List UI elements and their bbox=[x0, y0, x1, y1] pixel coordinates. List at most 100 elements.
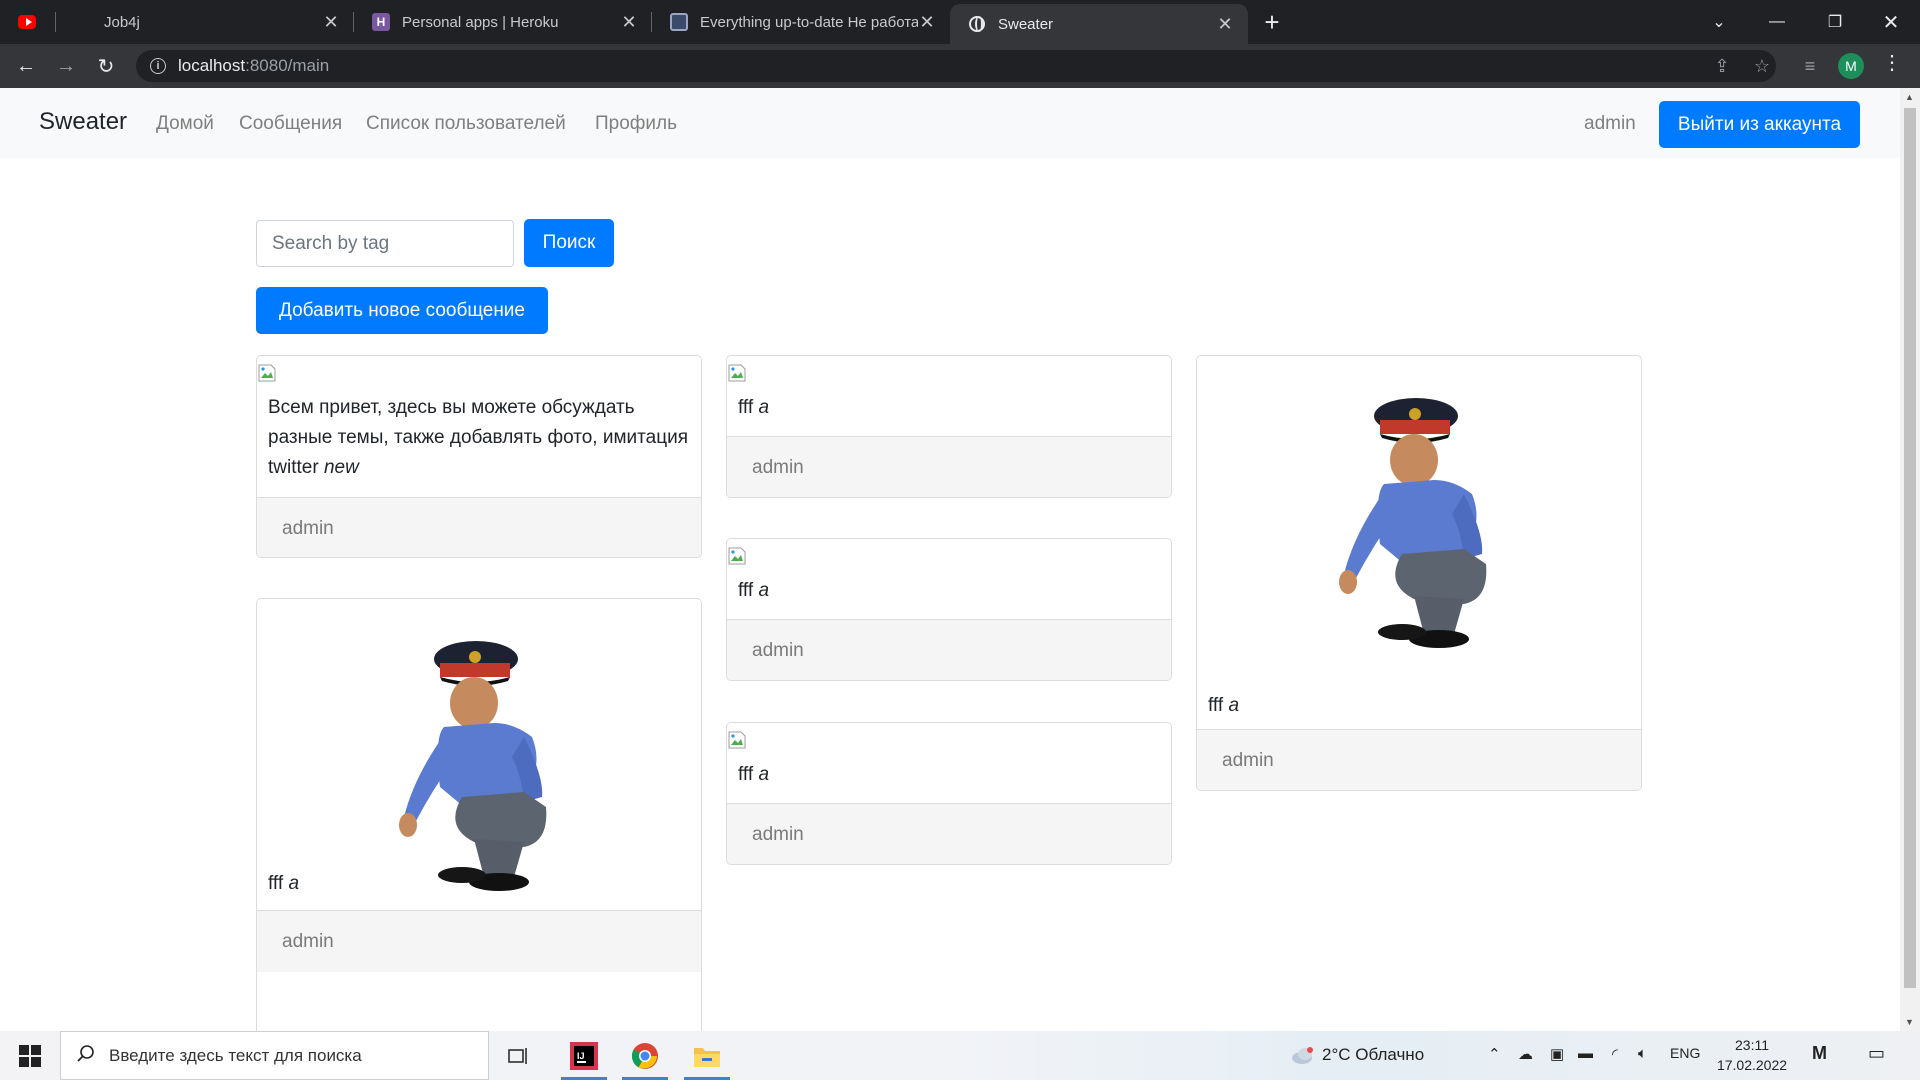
logout-button[interactable]: Выйти из аккаунта bbox=[1659, 101, 1860, 148]
wifi-icon[interactable]: ◜ bbox=[1612, 1045, 1618, 1063]
new-tab-button[interactable]: + bbox=[1248, 0, 1296, 44]
tab-youtube[interactable] bbox=[0, 0, 56, 44]
task-view-icon[interactable] bbox=[492, 1031, 546, 1080]
browser-tab-bar: Job4j ✕ H Personal apps | Heroku ✕ Every… bbox=[0, 0, 1920, 44]
weather-text: 2°C Облачно bbox=[1322, 1045, 1425, 1064]
scroll-up-icon[interactable]: ▲ bbox=[1905, 92, 1914, 102]
message-tag: a bbox=[1228, 695, 1240, 716]
chrome-icon[interactable] bbox=[618, 1031, 672, 1080]
url-path: :8080/main bbox=[245, 56, 330, 75]
broken-image-icon bbox=[258, 364, 276, 382]
system-clock[interactable]: 23:11 17.02.2022 bbox=[1707, 1035, 1797, 1075]
message-card: fff a admin bbox=[726, 355, 1172, 498]
tab-heroku[interactable]: H Personal apps | Heroku ✕ bbox=[354, 0, 652, 44]
message-tag: a bbox=[758, 397, 770, 418]
page-favicon-icon bbox=[670, 13, 688, 31]
message-card: fff a admin bbox=[256, 598, 702, 1031]
device-icon[interactable]: ▣ bbox=[1550, 1045, 1564, 1063]
heroku-icon: H bbox=[372, 13, 390, 31]
message-author: admin bbox=[727, 436, 1171, 497]
windows-start-icon[interactable] bbox=[0, 1031, 60, 1080]
chevron-up-icon[interactable]: ⌃ bbox=[1488, 1045, 1501, 1063]
menu-kebab-icon[interactable]: ⋮ bbox=[1882, 50, 1902, 75]
message-text: fff a bbox=[738, 397, 770, 418]
notifications-icon[interactable]: ▭ bbox=[1868, 1043, 1885, 1064]
search-button[interactable]: Поиск bbox=[524, 219, 614, 267]
message-author: admin bbox=[257, 910, 701, 972]
back-arrow-icon[interactable]: ← bbox=[6, 44, 46, 88]
broken-image-icon bbox=[728, 547, 746, 565]
weather-widget[interactable]: 2°C Облачно bbox=[1290, 1044, 1424, 1066]
svg-text:IJ: IJ bbox=[577, 1051, 585, 1061]
tab-search-chevron-icon[interactable]: ⌄ bbox=[1690, 0, 1748, 44]
profile-avatar[interactable]: M bbox=[1838, 53, 1864, 79]
policeman-photo bbox=[399, 641, 547, 891]
battery-icon[interactable]: ▬ bbox=[1578, 1045, 1593, 1062]
nav-link-user-list[interactable]: Список пользователей bbox=[366, 113, 566, 135]
message-card: fff a admin bbox=[1196, 355, 1642, 791]
navbar-username: admin bbox=[1584, 113, 1636, 134]
windows-taskbar: Введите здесь текст для поиска IJ 2°C Об… bbox=[0, 1031, 1920, 1080]
volume-icon[interactable]: 🔈︎ bbox=[1638, 1045, 1647, 1062]
info-icon[interactable]: i bbox=[150, 58, 166, 74]
close-icon[interactable]: ✕ bbox=[322, 12, 340, 33]
message-text: Всем привет, здесь вы можете обсуждать р… bbox=[268, 397, 688, 478]
site-navbar: Sweater Домой Сообщения Список пользоват… bbox=[0, 88, 1900, 158]
url-field[interactable]: i localhost:8080/main bbox=[136, 50, 1776, 82]
tab-everything-up-to-date[interactable]: Everything up-to-date Не работает ✕ bbox=[652, 0, 950, 44]
globe-icon bbox=[968, 15, 986, 33]
message-author: admin bbox=[727, 619, 1171, 680]
page-viewport: Sweater Домой Сообщения Список пользоват… bbox=[0, 88, 1900, 1031]
reload-icon[interactable]: ↻ bbox=[86, 44, 126, 88]
close-icon[interactable]: ✕ bbox=[620, 12, 638, 33]
onedrive-cloud-icon[interactable]: ☁ bbox=[1518, 1045, 1533, 1063]
file-explorer-icon[interactable] bbox=[680, 1031, 734, 1080]
tab-sweater[interactable]: Sweater ✕ bbox=[950, 4, 1248, 44]
message-author: admin bbox=[727, 803, 1171, 864]
tab-job4j[interactable]: Job4j ✕ bbox=[56, 0, 354, 44]
share-icon[interactable]: ⇪ bbox=[1706, 50, 1738, 82]
add-new-message-button[interactable]: Добавить новое сообщение bbox=[256, 287, 548, 334]
search-by-tag-input[interactable]: Search by tag bbox=[256, 220, 514, 267]
clock-date: 17.02.2022 bbox=[1716, 1057, 1788, 1073]
restore-button[interactable]: ❐ bbox=[1806, 0, 1864, 44]
url-host: localhost bbox=[178, 56, 246, 75]
message-card: fff a admin bbox=[726, 722, 1172, 865]
nav-link-home[interactable]: Домой bbox=[156, 113, 214, 135]
search-icon bbox=[77, 1045, 94, 1062]
message-tag: a bbox=[758, 764, 770, 785]
navbar-brand[interactable]: Sweater bbox=[39, 108, 127, 136]
message-text: fff a bbox=[268, 873, 300, 894]
policeman-photo bbox=[1339, 398, 1487, 648]
page-scrollbar[interactable]: ▲ ▼ bbox=[1900, 88, 1920, 1031]
scrollbar-thumb[interactable] bbox=[1904, 108, 1916, 988]
broken-image-icon bbox=[728, 364, 746, 382]
job4j-favicon-icon bbox=[74, 13, 92, 31]
tab-title: Personal apps | Heroku bbox=[402, 13, 559, 31]
close-icon[interactable]: ✕ bbox=[1216, 14, 1234, 35]
broken-image-icon bbox=[728, 731, 746, 749]
reading-list-icon[interactable]: ≡ bbox=[1794, 50, 1826, 82]
app-tray-icon[interactable]: M bbox=[1812, 1043, 1827, 1064]
cloud-icon bbox=[1292, 1047, 1313, 1064]
language-indicator[interactable]: ENG bbox=[1670, 1045, 1700, 1061]
nav-link-messages[interactable]: Сообщения bbox=[239, 113, 342, 135]
message-card: Всем привет, здесь вы можете обсуждать р… bbox=[256, 355, 702, 558]
close-window-button[interactable]: ✕ bbox=[1862, 0, 1920, 44]
intellij-idea-icon[interactable]: IJ bbox=[557, 1031, 611, 1080]
tab-title: Job4j bbox=[104, 13, 140, 31]
minimize-button[interactable]: — bbox=[1748, 0, 1806, 44]
message-author: admin bbox=[257, 497, 701, 557]
youtube-icon bbox=[18, 13, 36, 31]
taskbar-search-input[interactable]: Введите здесь текст для поиска bbox=[60, 1031, 489, 1080]
message-author: admin bbox=[1197, 729, 1641, 790]
forward-arrow-icon[interactable]: → bbox=[46, 44, 86, 88]
tab-title: Sweater bbox=[998, 15, 1054, 33]
scroll-down-icon[interactable]: ▼ bbox=[1905, 1017, 1914, 1027]
nav-link-profile[interactable]: Профиль bbox=[595, 113, 677, 135]
close-icon[interactable]: ✕ bbox=[918, 12, 936, 33]
bookmark-star-icon[interactable]: ☆ bbox=[1746, 50, 1778, 82]
taskbar-search-placeholder: Введите здесь текст для поиска bbox=[109, 1045, 362, 1065]
message-tag: a bbox=[288, 873, 300, 894]
message-text: fff a bbox=[738, 580, 770, 601]
